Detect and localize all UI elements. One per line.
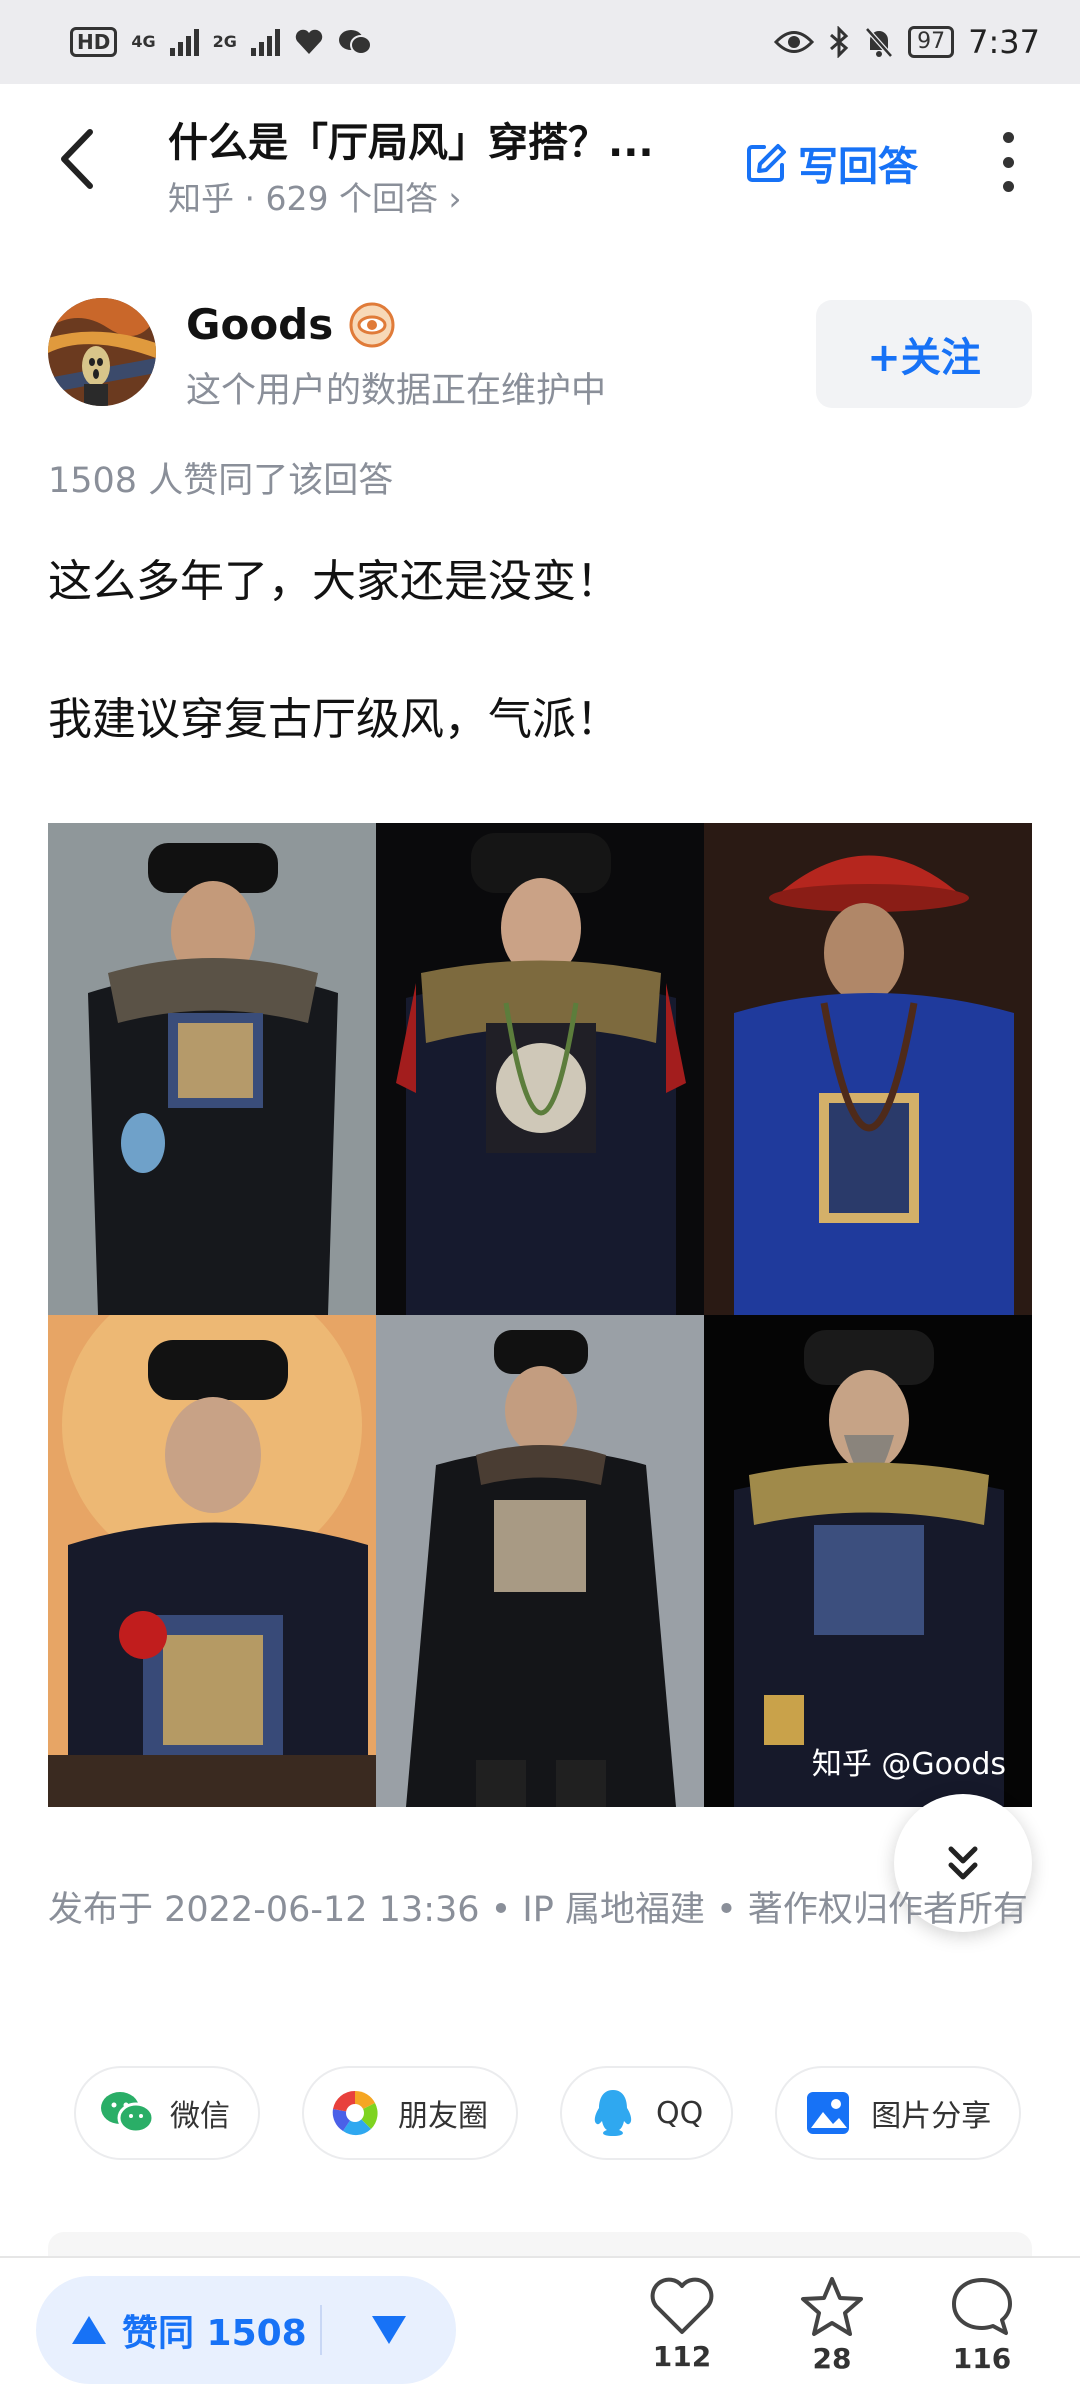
- avatar[interactable]: [48, 298, 156, 406]
- vote-pill: 赞同 1508: [36, 2276, 456, 2384]
- image-tile-4: [48, 1315, 376, 1807]
- follow-button[interactable]: +关注: [816, 300, 1032, 408]
- moments-icon: [328, 2086, 382, 2140]
- favorite-count: 28: [812, 2342, 852, 2375]
- answer-meta-line1: 发布于 2022-06-12 13:36 • IP 属地福建 • 著作权归作者所…: [48, 1890, 1028, 1930]
- signal-icon-2: [250, 28, 280, 56]
- author-bio: 这个用户的数据正在维护中: [186, 371, 607, 411]
- share-qq-label: QQ: [656, 2095, 704, 2131]
- like-count: 112: [652, 2340, 712, 2373]
- image-share-icon: [801, 2086, 855, 2140]
- answer-image[interactable]: 知乎 @Goods: [48, 823, 1032, 1807]
- author-name[interactable]: Goods: [186, 300, 395, 349]
- answer-paragraph-2: 我建议穿复古厅级风，气派！: [48, 694, 620, 745]
- edit-icon: [747, 144, 786, 182]
- question-title[interactable]: 什么是「厅局风」穿搭？...: [168, 110, 708, 168]
- status-right: 97 7:37: [774, 23, 1040, 61]
- comment-bubble-icon: [952, 2278, 1012, 2335]
- upvote-button[interactable]: 赞同 1508: [36, 2304, 320, 2356]
- mute-bell-icon: [865, 27, 894, 58]
- like-button[interactable]: 112: [632, 2276, 732, 2373]
- share-image-label: 图片分享: [871, 2099, 992, 2134]
- network-4g-label: 4G: [131, 32, 156, 51]
- image-tile-3: [704, 823, 1032, 1315]
- author-name-text: Goods: [186, 300, 334, 349]
- wechat-status-icon: [338, 30, 372, 55]
- network-2g-label: 2G: [212, 32, 237, 51]
- share-moments-label: 朋友圈: [398, 2099, 488, 2134]
- question-subtitle[interactable]: 知乎 · 629 个回答 ›: [168, 172, 462, 220]
- bottom-bar: 赞同 1508 112 28 116: [0, 2256, 1080, 2400]
- write-answer-button[interactable]: 写回答: [744, 134, 918, 192]
- author-badge-icon: [349, 302, 395, 347]
- share-wechat-button[interactable]: 微信: [74, 2066, 260, 2160]
- chevron-left-icon: [61, 129, 93, 189]
- share-wechat-label: 微信: [170, 2099, 230, 2134]
- signal-icon: [169, 28, 199, 56]
- favorite-button[interactable]: 28: [782, 2276, 882, 2375]
- image-tile-5: [376, 1315, 704, 1807]
- comment-count: 116: [952, 2342, 1012, 2375]
- upvote-summary: 1508 人赞同了该回答: [48, 461, 394, 501]
- battery-icon: 97: [908, 26, 955, 58]
- wechat-icon: [100, 2086, 154, 2140]
- qq-icon: [586, 2086, 640, 2140]
- upvote-label: 赞同 1508: [122, 2313, 307, 2354]
- clock: 7:37: [968, 23, 1040, 61]
- star-icon: [801, 2277, 863, 2336]
- image-tile-6: 知乎 @Goods: [704, 1315, 1032, 1807]
- image-tile-1: [48, 823, 376, 1315]
- share-moments-button[interactable]: 朋友圈: [302, 2066, 518, 2160]
- triangle-up-icon: [72, 2316, 106, 2344]
- bluetooth-icon: [830, 26, 849, 58]
- image-watermark: 知乎 @Goods: [811, 1747, 1006, 1782]
- comment-button[interactable]: 116: [932, 2276, 1032, 2375]
- write-answer-label: 写回答: [798, 144, 918, 190]
- hd-badge: HD: [70, 27, 118, 57]
- status-left: HD 4G 2G: [70, 27, 372, 57]
- triangle-down-icon: [372, 2316, 406, 2344]
- answer-paragraph-1: 这么多年了，大家还是没变！: [48, 556, 620, 607]
- more-options-button[interactable]: [990, 132, 1026, 192]
- heart-icon: [650, 2277, 714, 2334]
- top-nav: 什么是「厅局风」穿搭？... 知乎 · 629 个回答 › 写回答: [0, 84, 1080, 234]
- eye-icon: [774, 31, 815, 53]
- answer-meta: 发布于 2022-06-12 13:36 • IP 属地福建 • 著作权归作者所…: [48, 1878, 1038, 1942]
- image-tile-2: [376, 823, 704, 1315]
- back-button[interactable]: [50, 124, 110, 194]
- downvote-button[interactable]: [322, 2314, 456, 2346]
- health-heart-icon: [295, 29, 323, 54]
- share-qq-button[interactable]: QQ: [560, 2066, 734, 2160]
- status-bar: HD 4G 2G 97 7:37: [0, 0, 1080, 84]
- share-image-button[interactable]: 图片分享: [775, 2066, 1022, 2160]
- share-row: 微信 朋友圈 QQ 图片分享: [74, 2066, 1022, 2160]
